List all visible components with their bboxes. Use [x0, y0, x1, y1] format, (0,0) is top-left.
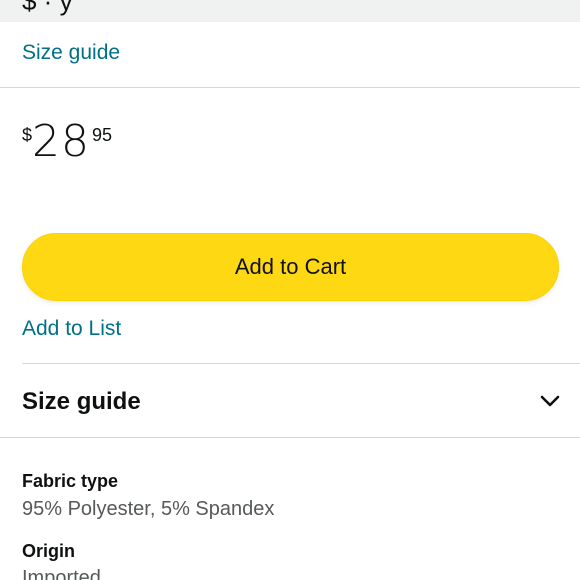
spec-value-fabric-type: 95% Polyester, 5% Spandex	[22, 498, 275, 520]
divider	[0, 87, 580, 88]
add-to-list-link[interactable]: Add to List	[22, 317, 121, 341]
size-guide-link[interactable]: Size guide	[22, 41, 120, 65]
chevron-down-icon[interactable]	[540, 394, 560, 408]
divider	[0, 437, 580, 438]
spec-label-origin: Origin	[22, 541, 75, 561]
top-strip: $ · y	[0, 0, 580, 22]
spec-value-origin: Imported	[22, 567, 101, 580]
price-currency-symbol: $	[22, 125, 33, 145]
accordion-title: Size guide	[22, 388, 141, 415]
truncated-header-text: $ · y	[22, 0, 73, 16]
price-fraction: 95	[92, 125, 113, 145]
price-whole: 28	[32, 116, 91, 167]
price: $ 28 95	[22, 120, 112, 164]
add-to-cart-button[interactable]: Add to Cart	[22, 233, 559, 301]
size-guide-accordion[interactable]: Size guide	[0, 364, 580, 437]
spec-label-fabric-type: Fabric type	[22, 471, 119, 491]
